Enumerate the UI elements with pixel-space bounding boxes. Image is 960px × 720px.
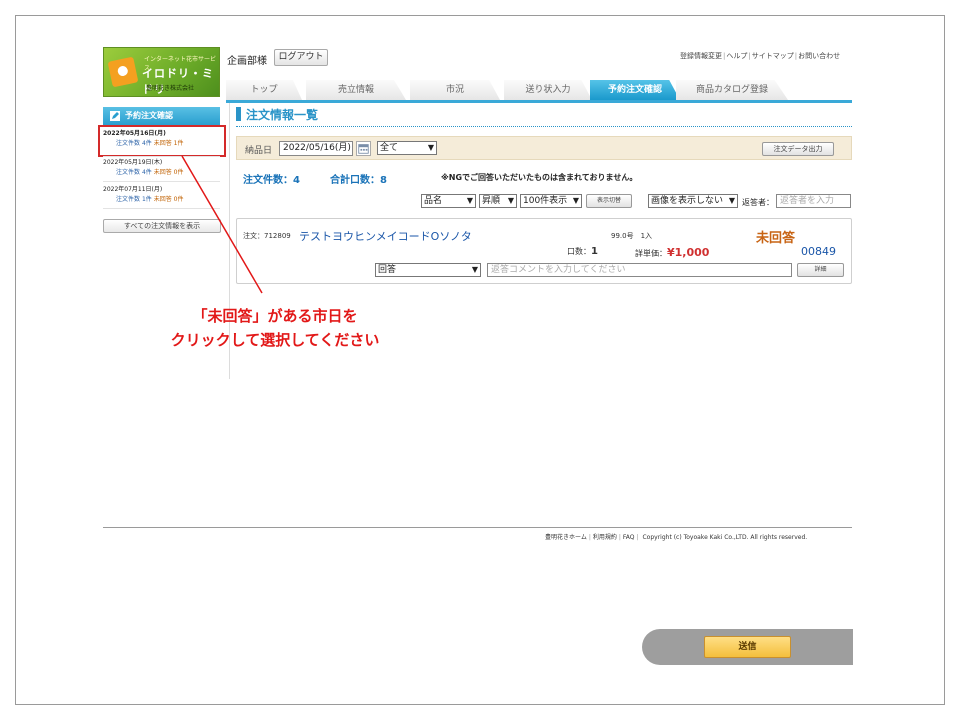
- sidebar-divider: [103, 208, 220, 209]
- tab-catalog[interactable]: 商品カタログ登録: [676, 80, 788, 100]
- answerer-input[interactable]: 返答者を入力: [776, 194, 851, 208]
- range-select[interactable]: 全て ▼: [377, 141, 437, 155]
- site-logo[interactable]: インターネット花市サービス イロドリ・ミドリ 豊明花き株式会社: [103, 47, 220, 97]
- main-nav: トップ 売立情報 市況 送り状入力 予約注文確認 商品カタログ登録: [226, 80, 852, 100]
- link-profile[interactable]: 登録情報変更: [680, 52, 722, 60]
- link-help[interactable]: ヘルプ: [726, 52, 747, 60]
- answerer-label: 返答者：: [742, 198, 774, 207]
- tab-reservation[interactable]: 予約注文確認: [590, 80, 680, 100]
- tab-invoice[interactable]: 送り状入力: [504, 80, 592, 100]
- link-contact[interactable]: お問い合わせ: [798, 52, 840, 60]
- link-sitemap[interactable]: サイトマップ: [752, 52, 794, 60]
- chevron-down-icon: ▼: [427, 143, 434, 152]
- gift-box-icon: [107, 56, 139, 88]
- logout-button[interactable]: ログアウト: [274, 49, 328, 66]
- total-units: 合計口数：8: [330, 175, 387, 186]
- sidebar-item-2022-05-19[interactable]: 2022年05月19日(木) 注文件数 4件 未回答 0件: [103, 158, 221, 178]
- submit-button[interactable]: 送信: [704, 636, 791, 658]
- utility-links: 登録情報変更|ヘルプ|サイトマップ|お問い合わせ: [680, 52, 841, 60]
- chevron-down-icon: ▼: [507, 196, 514, 205]
- chevron-down-icon: ▼: [572, 196, 579, 205]
- comment-input[interactable]: 返答コメントを入力してください: [487, 263, 792, 277]
- toggle-view-button[interactable]: 表示切替: [586, 194, 632, 208]
- ng-note: ※NGでご回答いただいたものは含まれておりません。: [441, 173, 638, 182]
- unit-price: 詳単価：¥1,000: [635, 246, 710, 259]
- tab-market[interactable]: 市況: [410, 80, 500, 100]
- order-card: 注文：712809 テストヨウヒンメイコードOソノタ 99.0号 1入 未回答 …: [236, 218, 852, 284]
- sort-field-select[interactable]: 品名 ▼: [421, 194, 476, 208]
- footer-link-home[interactable]: 豊明花きホーム: [545, 534, 587, 541]
- pencil-icon: [110, 111, 120, 121]
- sidebar-item-2022-07-11[interactable]: 2022年07月11日(月) 注文件数 1件 未回答 0件: [103, 185, 221, 205]
- image-display-select[interactable]: 画像を表示しない ▼: [648, 194, 738, 208]
- logo-company: 豊明花き株式会社: [146, 85, 195, 92]
- export-orders-button[interactable]: 注文データ出力: [762, 142, 834, 156]
- page-title: 注文情報一覧: [236, 106, 318, 123]
- sidebar-divider: [103, 156, 220, 157]
- answer-select[interactable]: 回答 ▼: [375, 263, 481, 277]
- highlight-box: [98, 125, 226, 157]
- footer: 豊明花きホーム | 利用規約 | FAQ | Copyright (c) Toyoake …: [545, 534, 808, 541]
- status-badge: 未回答: [756, 231, 796, 246]
- nav-underline: [226, 100, 852, 103]
- delivery-date-label: 納品日: [245, 146, 273, 156]
- filter-bar: 納品日 2022/05/16(月) 全て ▼ 注文データ出力: [236, 136, 852, 160]
- units: 口数：1: [567, 246, 598, 257]
- sidebar-title: 予約注文確認: [103, 107, 220, 125]
- footer-link-terms[interactable]: 利用規約: [593, 534, 617, 541]
- user-name: 企画部様: [227, 56, 267, 67]
- order-count: 注文件数：4: [243, 175, 300, 186]
- page-size-select[interactable]: 100件表示 ▼: [520, 194, 582, 208]
- detail-button[interactable]: 詳細: [797, 263, 844, 277]
- footer-link-faq[interactable]: FAQ: [623, 534, 635, 541]
- chevron-down-icon: ▼: [471, 265, 478, 274]
- chevron-down-icon: ▼: [466, 196, 473, 205]
- product-code: 00849: [801, 245, 836, 258]
- tab-top[interactable]: トップ: [226, 80, 302, 100]
- delivery-date-input[interactable]: 2022/05/16(月): [279, 141, 353, 156]
- footer-divider: [103, 527, 852, 528]
- sidebar-divider: [103, 181, 220, 182]
- order-size-qty: 99.0号 1入: [611, 232, 653, 240]
- calendar-icon[interactable]: [356, 141, 371, 156]
- title-underline: [236, 126, 852, 127]
- logo-mark: イロドリ・ミドリ: [142, 67, 214, 96]
- tab-sales-info[interactable]: 売立情報: [306, 80, 406, 100]
- order-number: 注文：712809: [243, 232, 291, 240]
- copyright: Copyright (c) Toyoake Kaki Co.,LTD. All …: [642, 534, 808, 541]
- product-name[interactable]: テストヨウヒンメイコードOソノタ: [299, 228, 472, 244]
- annotation-text: 「未回答」がある市日を クリックして選択してください: [170, 307, 380, 349]
- sort-order-select[interactable]: 昇順 ▼: [479, 194, 517, 208]
- all-orders-button[interactable]: すべての注文情報を表示: [103, 219, 221, 233]
- chevron-down-icon: ▼: [728, 196, 735, 205]
